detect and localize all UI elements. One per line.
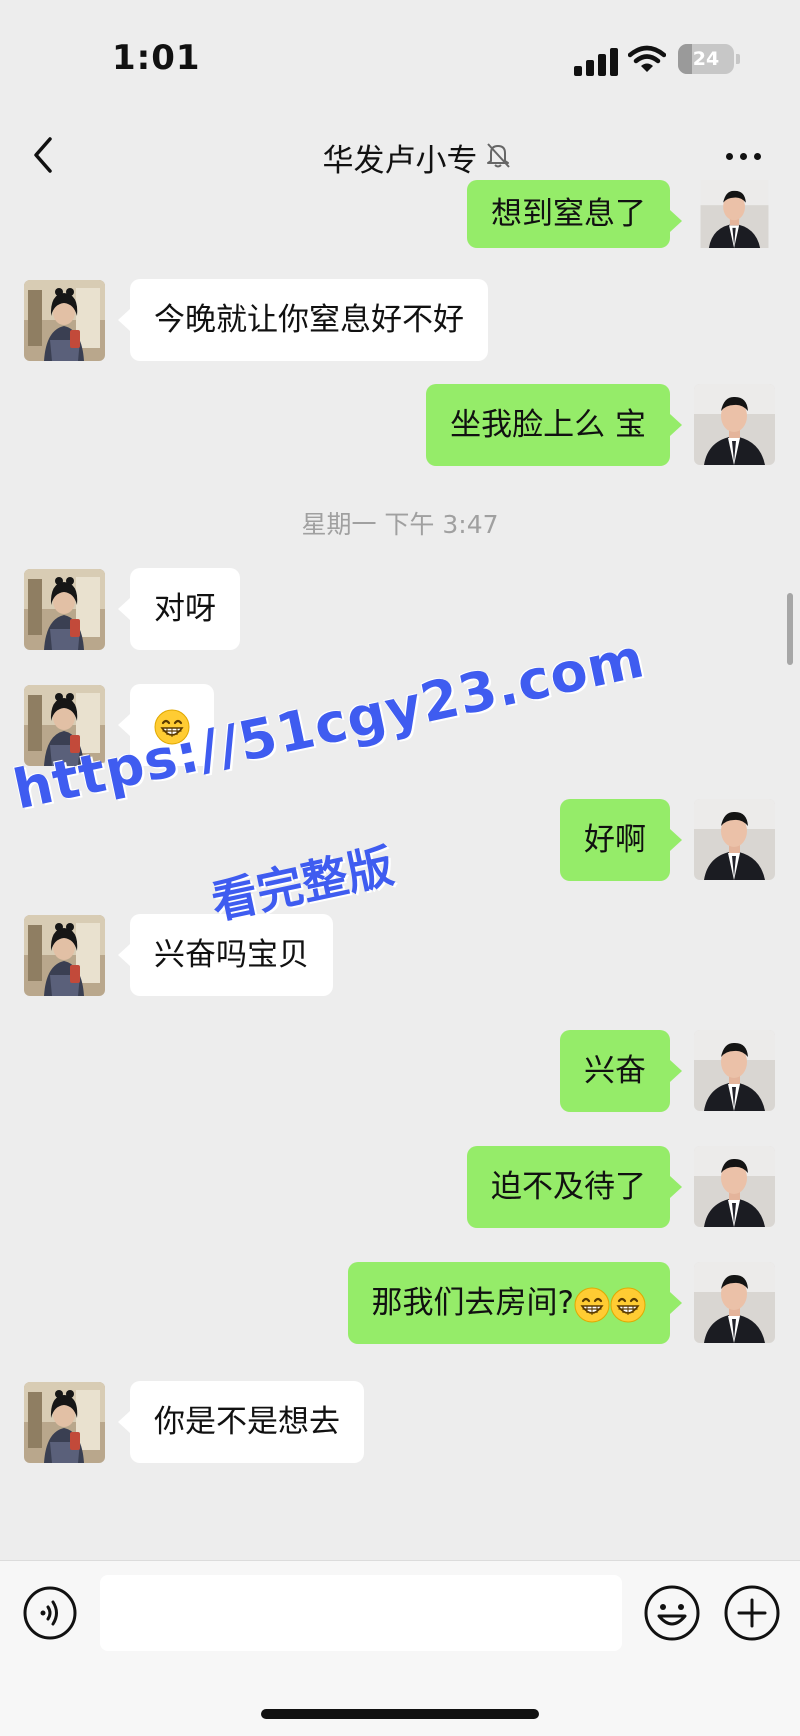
more-dots-icon[interactable] (724, 137, 764, 173)
outgoing-message[interactable]: 好啊 (560, 799, 682, 881)
incoming-message[interactable]: 兴奋吗宝贝 (118, 914, 333, 996)
status-time: 1:01 (112, 38, 201, 78)
muted-bell-icon (487, 143, 510, 168)
cellular-signal-icon (574, 46, 620, 76)
plus-icon[interactable] (722, 1583, 782, 1643)
outgoing-message[interactable]: 迫不及待了 (467, 1146, 682, 1228)
emoji-icon[interactable] (642, 1583, 702, 1643)
my-avatar[interactable] (694, 1030, 775, 1111)
home-indicator (261, 1709, 539, 1719)
battery-level: 24 (692, 48, 720, 70)
contact-avatar[interactable] (24, 280, 105, 361)
my-avatar[interactable] (694, 1146, 775, 1227)
battery-icon: 24 (678, 44, 734, 74)
status-bar: 1:01 24 (0, 0, 800, 110)
scrollbar[interactable] (787, 593, 793, 665)
incoming-emoji-message[interactable] (118, 684, 214, 766)
message-input[interactable] (100, 1575, 622, 1651)
message-list[interactable]: 想到窒息了 今晚就让你窒息好不好 坐我脸上么 宝 星期一 下午 3:47 对呀 … (0, 180, 800, 1560)
contact-avatar[interactable] (24, 915, 105, 996)
outgoing-message[interactable]: 那我们去房间? (347, 1262, 683, 1344)
contact-avatar[interactable] (24, 1382, 105, 1463)
outgoing-message[interactable]: 坐我脸上么 宝 (426, 384, 682, 466)
my-avatar[interactable] (694, 799, 775, 880)
grinning-face-emoji-icon (574, 1287, 610, 1323)
outgoing-message[interactable]: 兴奋 (560, 1030, 682, 1112)
battery-cap (736, 54, 740, 64)
message-input-bar (0, 1560, 800, 1736)
incoming-message[interactable]: 对呀 (118, 568, 240, 650)
my-avatar[interactable] (694, 180, 775, 248)
message-timestamp: 星期一 下午 3:47 (301, 510, 499, 539)
grinning-face-emoji-icon (610, 1287, 646, 1323)
incoming-message[interactable]: 今晚就让你窒息好不好 (118, 279, 488, 361)
contact-avatar[interactable] (24, 685, 105, 766)
message-text: 那我们去房间? (371, 1285, 574, 1321)
my-avatar[interactable] (694, 1262, 775, 1343)
voice-input-icon[interactable] (22, 1585, 78, 1641)
chat-title: 华发卢小专 (322, 143, 478, 179)
grinning-face-emoji-icon (154, 709, 190, 745)
outgoing-message[interactable]: 想到窒息了 (467, 180, 682, 248)
contact-avatar[interactable] (24, 569, 105, 650)
incoming-message[interactable]: 你是不是想去 (118, 1381, 364, 1463)
my-avatar[interactable] (694, 384, 775, 465)
wifi-icon (628, 45, 666, 72)
